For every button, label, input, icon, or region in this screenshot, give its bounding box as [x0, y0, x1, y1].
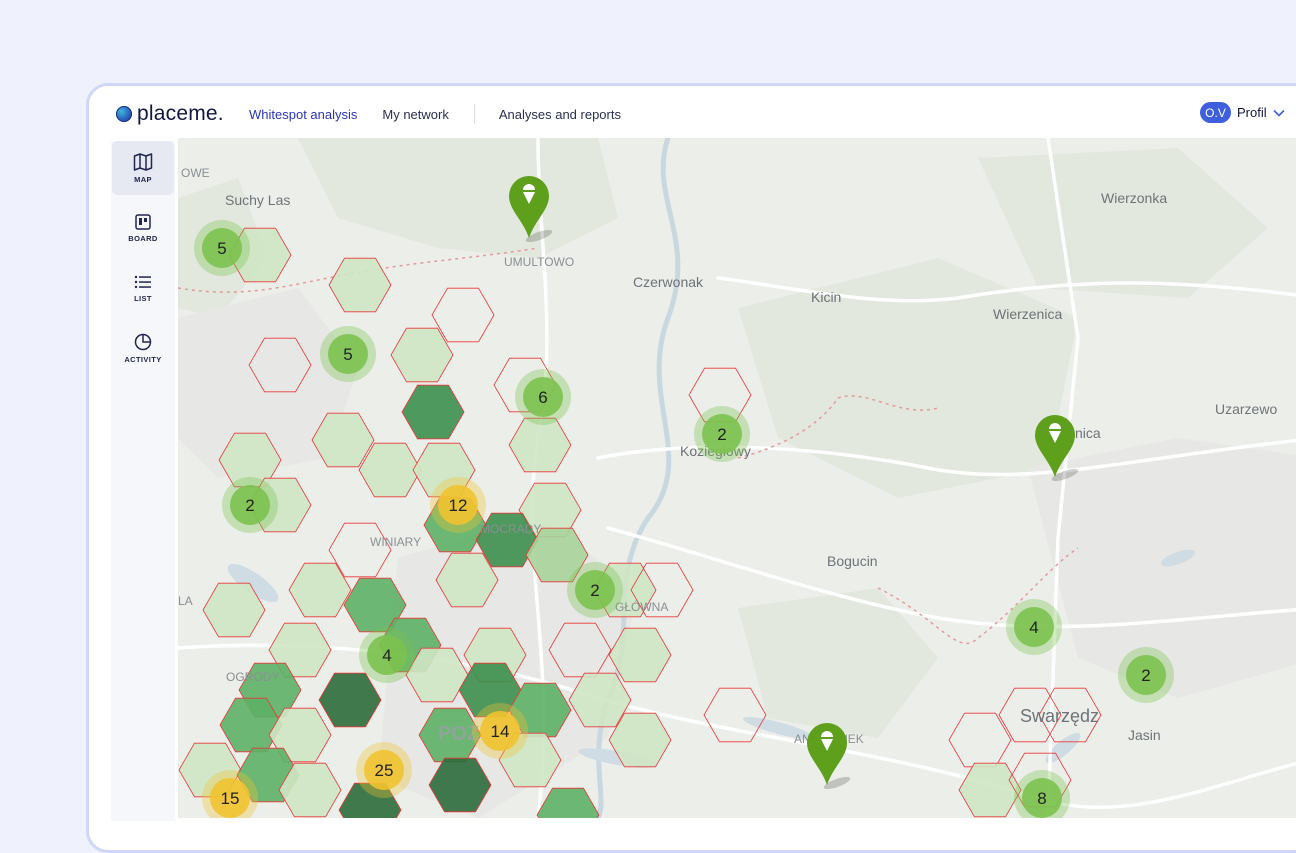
nav-whitespot-analysis[interactable]: Whitespot analysis	[249, 107, 357, 122]
place-label: MOCRADY	[480, 522, 541, 536]
place-label: Wierzenica	[993, 306, 1062, 322]
top-navigation-bar: placeme. Whitespot analysis My network A…	[89, 86, 1296, 142]
place-label: Czerwonak	[633, 274, 704, 290]
sidebar-item-label: LIST	[134, 293, 152, 303]
place-label: nica	[1075, 425, 1101, 441]
place-label: Jasin	[1128, 727, 1161, 743]
place-label: Bogucin	[827, 553, 878, 569]
cluster-count: 14	[491, 722, 510, 741]
cluster-count: 2	[590, 581, 599, 600]
sidebar-item-label: ACTIVITY	[124, 354, 162, 364]
cluster-marker[interactable]: 2	[567, 562, 623, 618]
app-window: placeme. Whitespot analysis My network A…	[86, 83, 1296, 853]
place-label: Kicin	[811, 289, 841, 305]
brand-logo[interactable]: placeme.	[116, 102, 224, 126]
map-svg[interactable]: OWE Suchy Las UMULTOWO Czerwonak Kicin Wierzo…	[178, 138, 1296, 818]
sidebar-item-activity[interactable]: ACTIVITY	[112, 321, 174, 375]
cluster-count: 2	[245, 496, 254, 515]
logo-icon	[116, 106, 132, 122]
cluster-count: 6	[538, 388, 547, 407]
cluster-marker[interactable]: 25	[356, 742, 412, 798]
cluster-marker[interactable]: 4	[359, 627, 415, 683]
cluster-marker[interactable]: 2	[222, 477, 278, 533]
nav-divider	[473, 104, 475, 124]
cluster-count: 5	[343, 345, 352, 364]
place-label: Swarzędz	[1020, 706, 1099, 726]
cluster-marker[interactable]: 2	[694, 406, 750, 462]
place-label: GŁÓWNA	[615, 599, 668, 614]
place-label: WINIARY	[370, 535, 421, 549]
pie-chart-icon	[134, 333, 152, 350]
cluster-count: 2	[717, 425, 726, 444]
avatar: O.V	[1200, 102, 1231, 123]
map-icon	[133, 152, 153, 171]
cluster-marker[interactable]: 6	[515, 369, 571, 425]
sidebar-item-list[interactable]: LIST	[112, 261, 174, 315]
place-label: Wierzonka	[1101, 190, 1167, 206]
cluster-count: 15	[221, 789, 240, 808]
place-label: OWE	[181, 166, 210, 180]
sidebar: MAP BOARD LIST ACTIVITY	[111, 141, 175, 821]
cluster-count: 8	[1037, 789, 1046, 808]
cluster-marker[interactable]: 4	[1006, 599, 1062, 655]
place-label: Uzarzewo	[1215, 401, 1277, 417]
sidebar-item-label: MAP	[134, 174, 152, 184]
cluster-marker[interactable]: 5	[194, 220, 250, 276]
cluster-marker[interactable]: 12	[430, 477, 486, 533]
cluster-count: 4	[1029, 618, 1038, 637]
nav-my-network[interactable]: My network	[382, 107, 448, 122]
brand-name: placeme.	[137, 102, 224, 125]
profile-label: Profil	[1237, 105, 1267, 120]
place-label: LA	[178, 594, 193, 608]
cluster-marker[interactable]: 2	[1118, 647, 1174, 703]
profile-menu[interactable]: O.V Profil	[1200, 102, 1285, 123]
list-icon	[134, 275, 151, 288]
nav-analyses-and-reports[interactable]: Analyses and reports	[499, 107, 621, 122]
cluster-count: 5	[217, 239, 226, 258]
cluster-count: 12	[449, 496, 468, 515]
place-label: Suchy Las	[225, 192, 290, 208]
map-canvas[interactable]: OWE Suchy Las UMULTOWO Czerwonak Kicin Wierzo…	[178, 138, 1296, 818]
place-label: OGRODY	[226, 670, 279, 684]
main-nav: Whitespot analysis My network Analyses a…	[249, 86, 646, 142]
sidebar-item-board[interactable]: BOARD	[112, 201, 174, 255]
chevron-down-icon	[1273, 109, 1285, 117]
cluster-count: 2	[1141, 666, 1150, 685]
cluster-marker[interactable]: 14	[472, 703, 528, 759]
cluster-count: 25	[375, 761, 394, 780]
cluster-marker[interactable]: 5	[320, 326, 376, 382]
place-label: UMULTOWO	[504, 255, 574, 269]
cluster-count: 4	[382, 646, 391, 665]
sidebar-item-map[interactable]: MAP	[112, 141, 174, 195]
board-icon	[135, 213, 151, 230]
sidebar-item-label: BOARD	[128, 233, 158, 243]
